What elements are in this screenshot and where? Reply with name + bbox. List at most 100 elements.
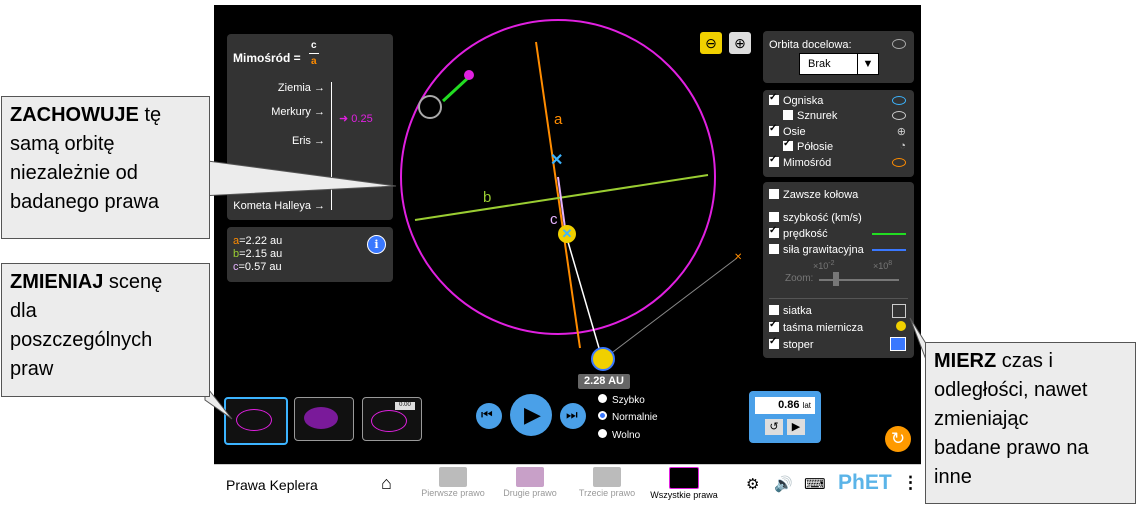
scene-3-orbit-icon (371, 410, 407, 432)
info-icon[interactable]: i (367, 235, 386, 254)
label-b: b (483, 189, 492, 206)
label-c: c (550, 211, 558, 228)
tape-measure-body[interactable] (591, 347, 615, 371)
option-velocity[interactable]: prędkość (769, 225, 828, 240)
home-button[interactable]: ⌂ (381, 473, 392, 494)
option-eccentricity[interactable]: Mimośród (769, 154, 831, 169)
speed-slow[interactable]: Wolno (598, 429, 640, 441)
focus-x-icon: ✕ (550, 152, 564, 169)
zoom-slider-thumb[interactable] (833, 272, 839, 286)
settings-button[interactable]: ⚙ (746, 475, 759, 493)
ecc-label-earth: Ziemia → (277, 82, 325, 94)
target-orbit-panel: Orbita docelowa: Brak ▼ (763, 31, 914, 83)
target-orbit-icon (892, 39, 906, 49)
axes-icon: ⊕ (896, 126, 906, 138)
target-orbit-label: Orbita docelowa: (769, 39, 852, 51)
step-button[interactable]: ⏭ (560, 403, 586, 429)
keyboard-help-button[interactable]: ⌨ (804, 475, 826, 493)
velocity-arrow-icon (872, 233, 906, 235)
zoom-in-button[interactable]: ⊕ (729, 32, 751, 54)
gravity-arrow-icon (872, 249, 906, 251)
option-axes[interactable]: Osie (769, 123, 806, 138)
option-tape[interactable]: taśma miernicza (769, 319, 863, 334)
zoom-out-button[interactable]: ⊖ (700, 32, 722, 54)
gear-icon: ⚙ (746, 476, 760, 493)
option-speed[interactable]: szybkość (km/s) (769, 212, 862, 224)
tape-icon (896, 321, 906, 331)
speed-fast[interactable]: Szybko (598, 394, 645, 406)
ecc-title: Mimośród = (233, 51, 301, 65)
velocity-handle[interactable] (418, 95, 442, 119)
divider (769, 298, 908, 299)
zoom-label: Zoom: (785, 273, 814, 284)
navigation-bar: Prawa Keplera ⌂ Pierwsze prawo Drugie pr… (214, 464, 921, 505)
tape-end-icon[interactable]: ✕ (734, 252, 742, 263)
play-icon: ▶ (791, 421, 801, 433)
stopwatch-reset-button[interactable]: ↺ (765, 419, 783, 435)
phet-logo[interactable]: PhET (838, 471, 892, 495)
rewind-icon: ⏮ (481, 407, 493, 422)
option-always-circular[interactable]: Zawsze kołowa (769, 189, 858, 201)
zoom-min-label: ×10-2 (813, 260, 835, 271)
speaker-icon: 🔊 (774, 476, 793, 493)
ecc-marker: ➜ 0.25 (339, 113, 373, 125)
zoom-max-label: ×108 (873, 260, 893, 271)
label-a: a (554, 111, 563, 128)
orbiting-body[interactable] (464, 70, 474, 80)
tape-measure-line (608, 257, 738, 356)
scene-2-button[interactable] (294, 397, 354, 441)
tab-second-law[interactable]: Drugie prawo (497, 465, 563, 498)
sim-title: Prawa Keplera (226, 477, 318, 493)
sound-button[interactable]: 🔊 (774, 475, 793, 493)
stopwatch[interactable]: 0.86 lat ↺ ▶ (749, 391, 821, 443)
callout-change-scene: ZMIENIAJ scenę dla poszczególnych praw (1, 263, 210, 397)
target-orbit-select[interactable]: Brak ▼ (799, 53, 879, 75)
display-options-panel: Ogniska Sznurek Osie Półosie Mimośród ⊕ … (763, 90, 914, 177)
step-icon: ⏭ (566, 407, 578, 422)
grid-icon (892, 304, 906, 318)
callout-measure: MIERZ czas i odległości, nawet zmieniają… (925, 342, 1136, 504)
play-button[interactable]: ▶ (510, 394, 552, 436)
stopwatch-icon (890, 337, 906, 351)
tab-third-law[interactable]: Trzecie prawo (574, 465, 640, 498)
tab-all-laws[interactable]: Wszystkie prawa (646, 465, 722, 500)
option-semiaxes[interactable]: Półosie (783, 138, 833, 153)
scene-3-readout: 0.00 (395, 402, 415, 410)
value-c: c=0.57 au (233, 261, 282, 273)
vectors-panel: Zawsze kołowa szybkość (km/s) prędkość s… (763, 182, 914, 358)
option-grid[interactable]: siatka (769, 305, 812, 317)
reset-all-button[interactable]: ↻ (885, 426, 911, 452)
ecc-label-halley: Kometa Halleya → (233, 200, 325, 212)
values-panel: a=2.22 au b=2.15 au c=0.57 au i (227, 227, 393, 282)
eccentricity-icon (892, 158, 906, 167)
option-gravity[interactable]: siła grawitacyjna (769, 244, 864, 256)
ecc-fraction-bar (309, 53, 319, 54)
value-a: a=2.22 au (233, 235, 283, 247)
velocity-vector[interactable] (441, 75, 471, 103)
foci-icon (892, 96, 906, 105)
eccentricity-panel: Mimośród = c a Ziemia → Merkury → Eris →… (227, 34, 393, 220)
rewind-button[interactable]: ⏮ (476, 403, 502, 429)
option-foci[interactable]: Ogniska (769, 92, 823, 107)
scene-1-orbit-icon (236, 409, 272, 431)
ecc-label-mercury: Merkury → (271, 106, 325, 118)
semiaxes-icon: ◔ (899, 140, 906, 152)
scene-1-button[interactable] (224, 397, 288, 445)
ecc-denominator: a (311, 56, 317, 67)
ecc-scale (331, 82, 332, 210)
reset-icon: ↺ (769, 421, 779, 433)
option-string[interactable]: Sznurek (783, 110, 837, 122)
scene-3-button[interactable]: 0.00 (362, 397, 422, 441)
menu-button[interactable]: ⋮ (902, 473, 919, 493)
simulation-screen: ✕ ✕ ✕ a b c ⊖ ⊕ Mimośród = c a Ziemia → … (214, 5, 921, 464)
zoom-slider-track[interactable] (819, 279, 899, 281)
ecc-label-nereid: Nereida → (272, 174, 325, 186)
tab-first-law[interactable]: Pierwsze prawo (420, 465, 486, 498)
value-b: b=2.15 au (233, 248, 283, 260)
sun-focus-icon: ✕ (558, 225, 576, 243)
callout-keeps-orbit: ZACHOWUJE tę samą orbitę niezależnie od … (1, 96, 210, 239)
option-stopwatch[interactable]: stoper (769, 336, 814, 351)
play-icon: ▶ (524, 402, 541, 427)
stopwatch-play-button[interactable]: ▶ (787, 419, 805, 435)
speed-normal[interactable]: Normalnie (598, 411, 658, 423)
